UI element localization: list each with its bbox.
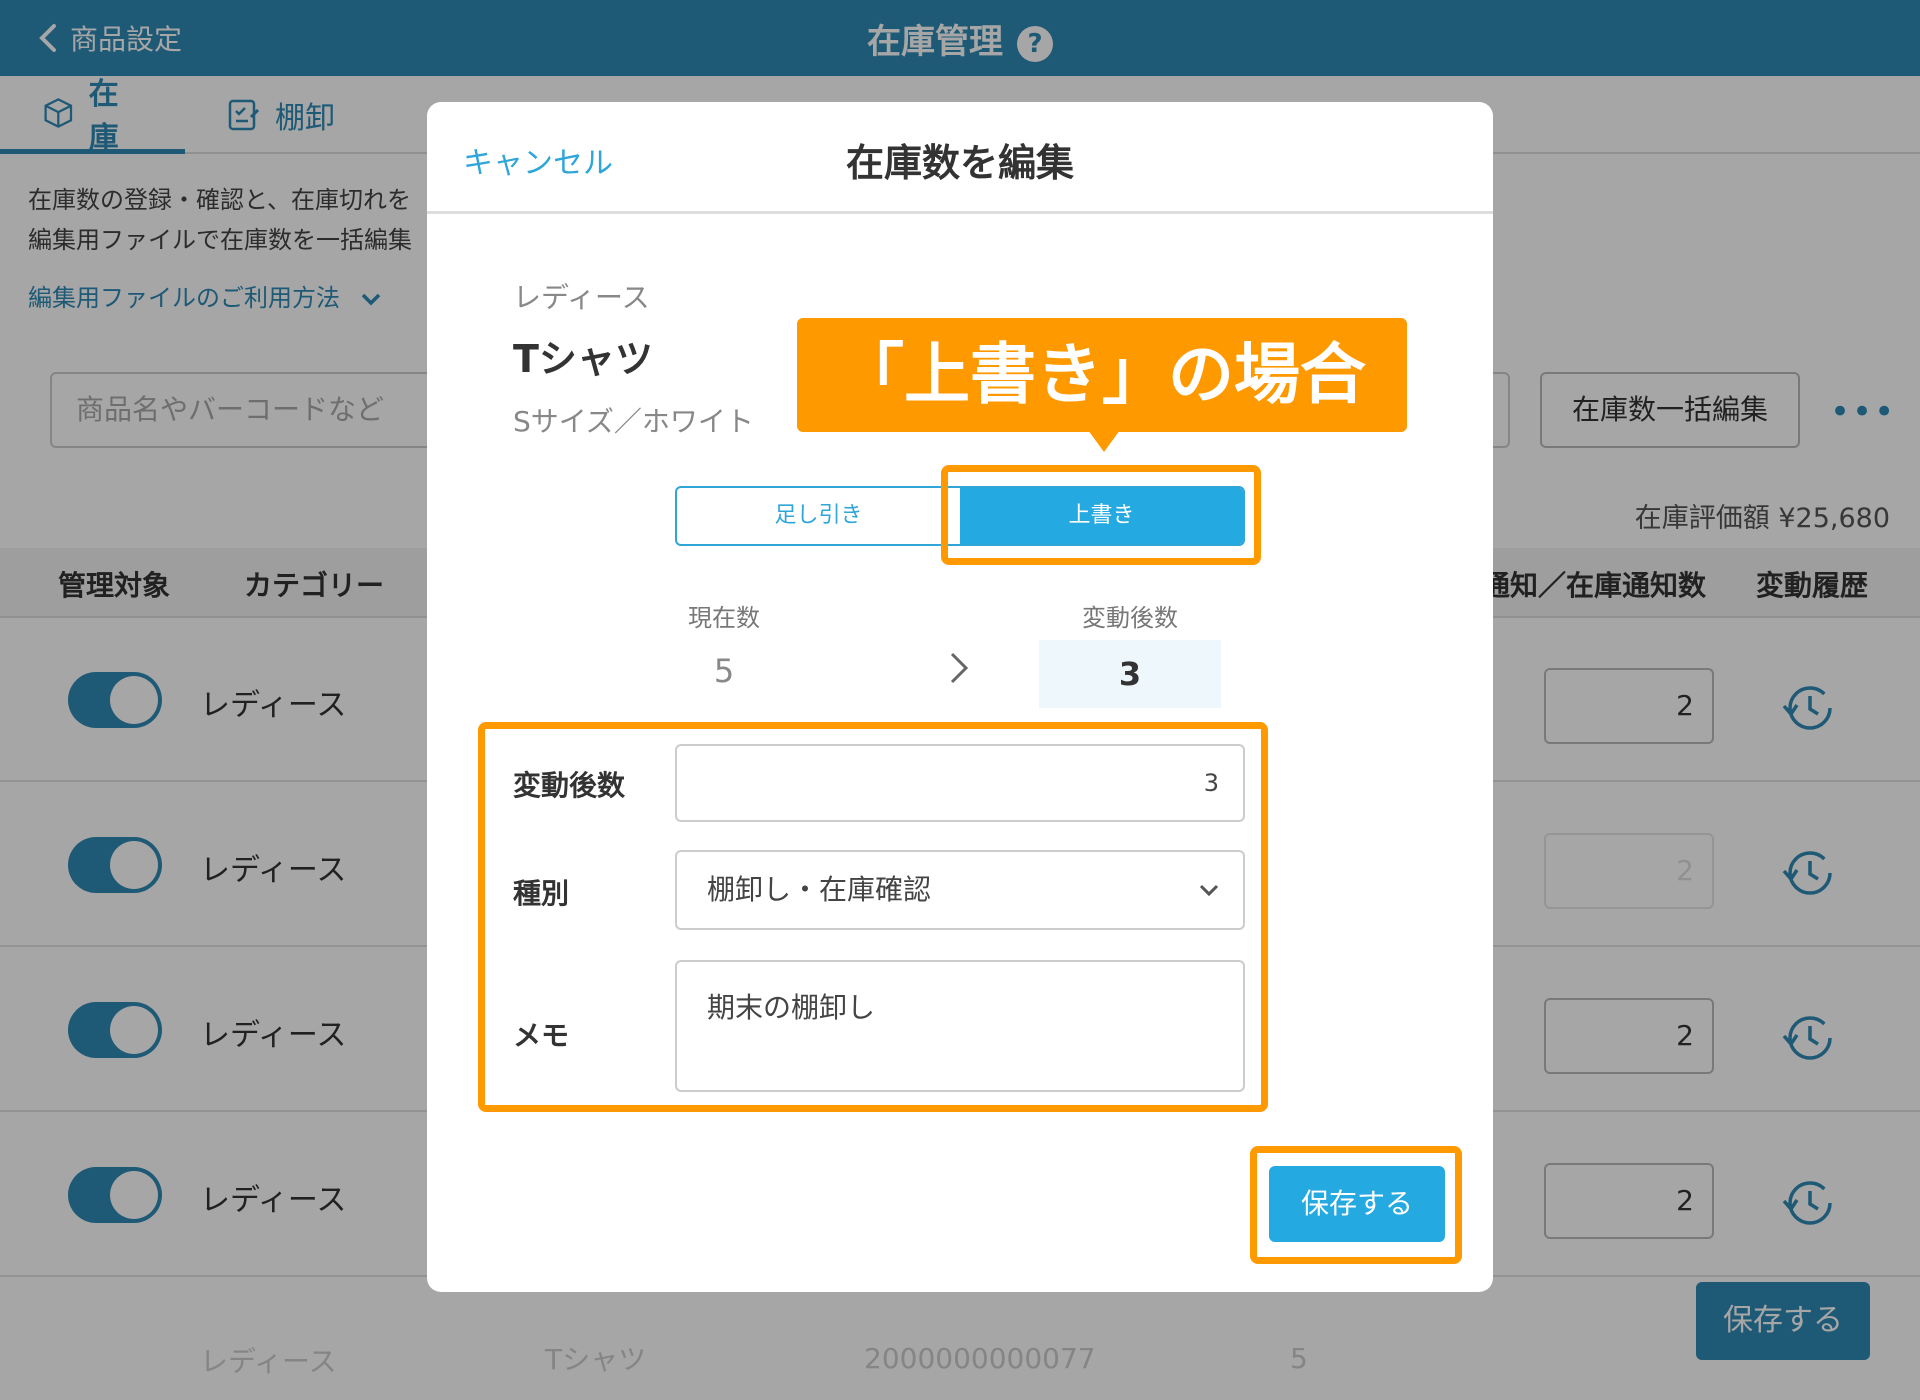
current-count-label: 現在数 bbox=[688, 604, 760, 632]
product-variant: Sサイズ／ホワイト bbox=[513, 405, 754, 438]
mode-add-subtract[interactable]: 足し引き bbox=[677, 488, 960, 544]
modal-title: 在庫数を編集 bbox=[845, 141, 1074, 185]
current-count-value: 5 bbox=[713, 652, 735, 690]
highlight-overwrite bbox=[941, 465, 1261, 565]
chevron-right-icon bbox=[950, 652, 969, 684]
annotation-callout: 「上書き」の場合 bbox=[797, 318, 1407, 432]
callout-pointer bbox=[1088, 430, 1120, 452]
edit-stock-modal: キャンセル 在庫数を編集 レディース Tシャツ Sサイズ／ホワイト 足し引き 上… bbox=[427, 102, 1493, 1292]
modal-header: キャンセル 在庫数を編集 bbox=[427, 102, 1493, 214]
highlight-save bbox=[1250, 1146, 1462, 1264]
after-count-label: 変動後数 bbox=[1082, 604, 1178, 632]
product-category: レディース bbox=[513, 281, 650, 314]
product-name: Tシャツ bbox=[513, 337, 653, 381]
highlight-form bbox=[478, 722, 1268, 1112]
after-count-value: 3 bbox=[1039, 640, 1221, 708]
